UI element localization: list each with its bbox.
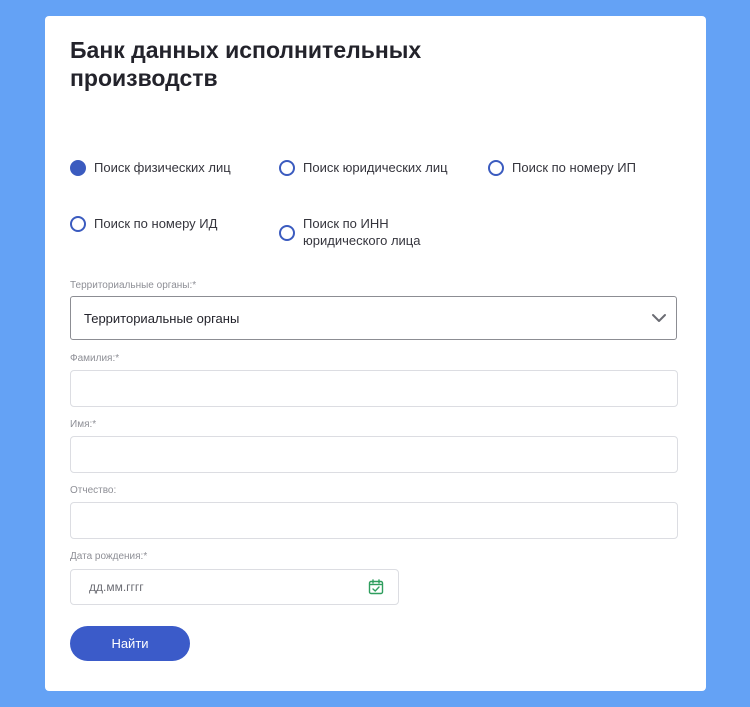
last-name-input[interactable]	[70, 370, 678, 407]
last-name-label: Фамилия:*	[70, 353, 120, 364]
radio-search-ip-number[interactable]: Поиск по номеру ИП	[488, 160, 636, 176]
radio-search-id-number[interactable]: Поиск по номеру ИД	[70, 216, 217, 232]
territorial-select[interactable]: Территориальные органы	[70, 296, 677, 340]
search-button[interactable]: Найти	[70, 626, 190, 661]
birth-date-input[interactable]	[87, 571, 368, 603]
radio-label: Поиск по номеру ИП	[512, 160, 636, 175]
patronymic-input[interactable]	[70, 502, 678, 539]
radio-search-legal-entities[interactable]: Поиск юридических лиц	[279, 160, 448, 176]
radio-unchecked-icon	[279, 224, 295, 241]
radio-label: Поиск юридических лиц	[303, 160, 448, 175]
radio-search-individuals[interactable]: Поиск физических лиц	[70, 160, 231, 176]
radio-checked-icon	[70, 160, 86, 176]
patronymic-label: Отчество:	[70, 485, 117, 496]
search-form-card: Банк данных исполнительных производств П…	[45, 16, 706, 691]
radio-unchecked-icon	[488, 160, 504, 176]
radio-search-inn-legal[interactable]: Поиск по ИНН юридического лица	[279, 216, 433, 249]
radio-unchecked-icon	[279, 160, 295, 176]
birth-date-field	[70, 569, 399, 605]
first-name-input[interactable]	[70, 436, 678, 473]
chevron-down-icon	[652, 314, 666, 322]
radio-label: Поиск физических лиц	[94, 160, 231, 175]
territorial-label: Территориальные органы:*	[70, 280, 197, 291]
radio-label: Поиск по номеру ИД	[94, 216, 218, 231]
first-name-label: Имя:*	[70, 419, 97, 430]
birth-date-label: Дата рождения:*	[70, 551, 148, 562]
territorial-selected-value: Территориальные органы	[84, 310, 240, 326]
page-title: Банк данных исполнительных производств	[70, 37, 422, 91]
calendar-icon[interactable]	[368, 579, 384, 595]
radio-unchecked-icon	[70, 216, 86, 232]
radio-label: Поиск по ИНН юридического лица	[303, 216, 421, 248]
